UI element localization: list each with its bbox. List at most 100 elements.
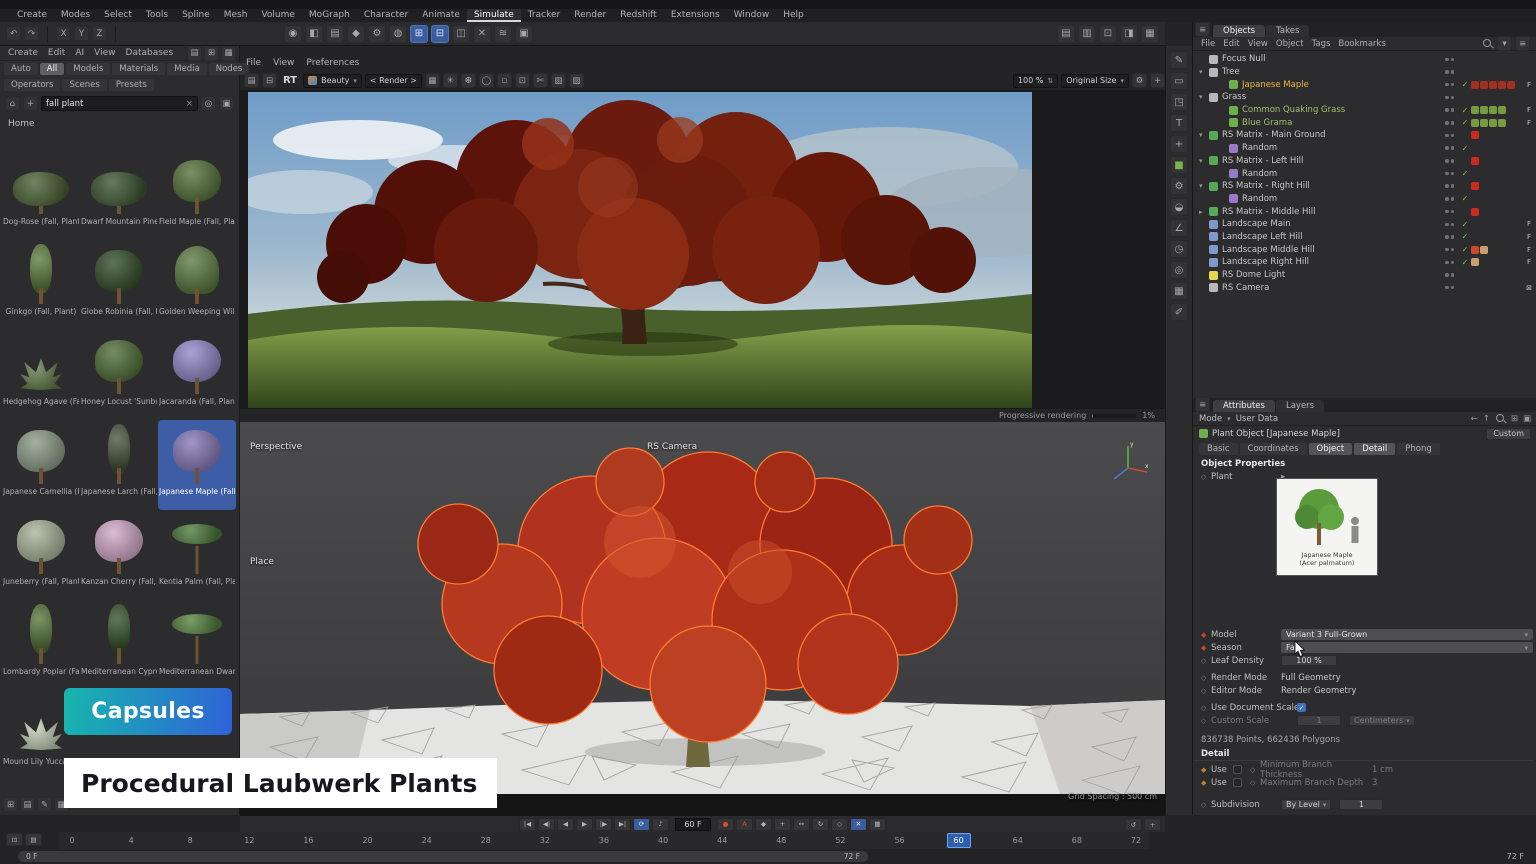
visibility-dots[interactable] [1445,197,1459,201]
menu-item[interactable]: Tracker [521,9,567,22]
asset-item[interactable]: Honey Locust 'Sunbur... [80,330,158,420]
transport-button[interactable]: ♪ [652,818,669,831]
render-toolbar-icon[interactable]: ▧ [551,73,566,88]
toolbar-icon[interactable]: ≋ [494,25,512,43]
toolbar-icon[interactable]: ↶ [6,26,21,41]
use-checkbox[interactable] [1233,778,1242,787]
toolbar-icon[interactable]: ✕ [473,25,491,43]
material-chips[interactable] [1471,81,1521,89]
footer-icon[interactable]: ⊞ [3,797,18,812]
object-tag[interactable]: F [1521,106,1536,114]
enabled-check-icon[interactable] [1459,169,1471,178]
gear-icon[interactable]: ⚙ [1132,73,1147,88]
asset-item[interactable]: Jacaranda (Fall, Plant) [158,330,236,420]
burger-icon[interactable]: ≡ [1195,22,1210,37]
object-tree-row[interactable]: ▾ Tree [1193,66,1536,79]
subdivision-mode-dropdown[interactable]: By Level▾ [1281,799,1331,810]
asset-item[interactable]: Mediterranean Cypres... [80,600,158,690]
toolbar-icon[interactable]: ◆ [347,25,365,43]
visibility-dots[interactable] [1445,184,1459,188]
stepper-icon[interactable]: ⇅ [1047,77,1053,85]
asset-item[interactable]: Mediterranean Dwarf ... [158,600,236,690]
mode-dropdown[interactable]: Mode [1199,414,1222,424]
frame-tick[interactable]: 32 [533,833,557,848]
object-tag[interactable]: F [1521,119,1536,127]
search-option-icon[interactable]: ▣ [219,96,234,111]
asset-filter-tab[interactable]: Auto [4,63,38,75]
frame-tick[interactable]: 16 [296,833,320,848]
transport-button[interactable]: ◀| [538,818,555,831]
menu-item[interactable]: Tools [139,9,175,22]
visibility-dots[interactable] [1445,83,1459,87]
tool-icon[interactable]: ▦ [1170,282,1188,300]
object-tree-row[interactable]: RS Dome Light [1193,269,1536,282]
asset-filter-tab[interactable]: Media [167,63,207,75]
render-toolbar-icon[interactable]: ▦ [425,73,440,88]
visibility-dots[interactable] [1445,248,1459,252]
object-menu-item[interactable]: Tags [1308,39,1335,49]
custom-button[interactable]: Custom [1486,428,1531,440]
toolbar-icon[interactable]: ⊟ [431,25,449,43]
object-tree-row[interactable]: Japanese Maple F [1193,78,1536,91]
perspective-viewport[interactable]: Perspective RS Camera Place Grid Spacing… [240,422,1165,815]
asset-item[interactable]: Lombardy Poplar (Fall... [2,600,80,690]
tool-icon[interactable]: ◒ [1170,198,1188,216]
enabled-check-icon[interactable] [1459,80,1471,89]
object-menu-item[interactable]: Object [1272,39,1308,49]
object-tag[interactable]: ⊠ [1521,284,1536,292]
frame-tick[interactable]: 20 [356,833,380,848]
render-toolbar-icon[interactable]: ✳ [443,73,458,88]
visibility-dots[interactable] [1445,273,1459,277]
render-toolbar-icon[interactable]: ▫ [497,73,512,88]
frame-tick[interactable]: 60 [947,833,971,848]
render-toolbar-icon[interactable]: ❆ [461,73,476,88]
object-tag[interactable]: F [1521,258,1536,266]
frame-tick[interactable]: 28 [474,833,498,848]
timeline-icon[interactable]: ↺ [1125,818,1142,831]
enabled-check-icon[interactable] [1459,118,1471,127]
current-frame-field[interactable]: 60 F [675,818,711,831]
record-button[interactable]: ▦ [869,818,886,831]
viewport-name-label[interactable]: Perspective [250,442,302,452]
object-tag[interactable]: F [1521,81,1536,89]
object-tree-row[interactable]: Focus Null [1193,53,1536,66]
render-toolbar-icon[interactable]: ◯ [479,73,494,88]
camera-label[interactable]: RS Camera [647,442,697,452]
season-dropdown[interactable]: Fall▾ [1281,642,1533,653]
render-toolbar-icon[interactable]: ▤ [244,73,259,88]
material-chips[interactable] [1471,106,1521,114]
material-chips[interactable] [1471,157,1521,165]
menu-item[interactable]: Character [357,9,415,22]
axis-lock-button[interactable]: Z [92,26,107,41]
expander-icon[interactable]: ▾ [1199,157,1209,165]
toolbar-icon[interactable]: ⚙ [368,25,386,43]
object-tree-row[interactable]: Landscape Left Hill F [1193,231,1536,244]
asset-menu-item[interactable]: Edit [43,48,70,58]
asset-subtab[interactable]: Operators [4,79,60,91]
layout-icon[interactable]: ⊞ [204,46,219,61]
record-button[interactable]: A [736,818,753,831]
menu-item[interactable]: Window [727,9,777,22]
record-button[interactable]: ↔ [793,818,810,831]
expander-icon[interactable]: ▸ [1199,208,1209,216]
toolbar-icon[interactable]: ◉ [284,25,302,43]
asset-menu-item[interactable]: Create [3,48,43,58]
render-toolbar-icon[interactable]: ⊡ [515,73,530,88]
object-tree-row[interactable]: ▾ RS Matrix - Right Hill [1193,180,1536,193]
rt-label[interactable]: RT [280,75,300,86]
asset-menu-item[interactable]: Databases [121,48,179,58]
asset-item[interactable]: Kentia Palm (Fall, Plant) [158,510,236,600]
tool-icon[interactable]: ∠ [1170,219,1188,237]
visibility-dots[interactable] [1445,70,1459,74]
object-tree-row[interactable]: Blue Grama F [1193,116,1536,129]
add-icon[interactable]: + [23,96,38,111]
visibility-dots[interactable] [1445,96,1459,100]
object-menu-item[interactable]: Bookmarks [1334,39,1390,49]
object-tree-row[interactable]: Landscape Right Hill F [1193,256,1536,269]
tool-icon[interactable]: + [1170,135,1188,153]
transport-button[interactable]: ▶ [576,818,593,831]
material-chips[interactable] [1471,131,1521,139]
visibility-dots[interactable] [1445,210,1459,214]
object-tag[interactable]: F [1521,233,1536,241]
user-data-button[interactable]: User Data [1236,414,1278,424]
